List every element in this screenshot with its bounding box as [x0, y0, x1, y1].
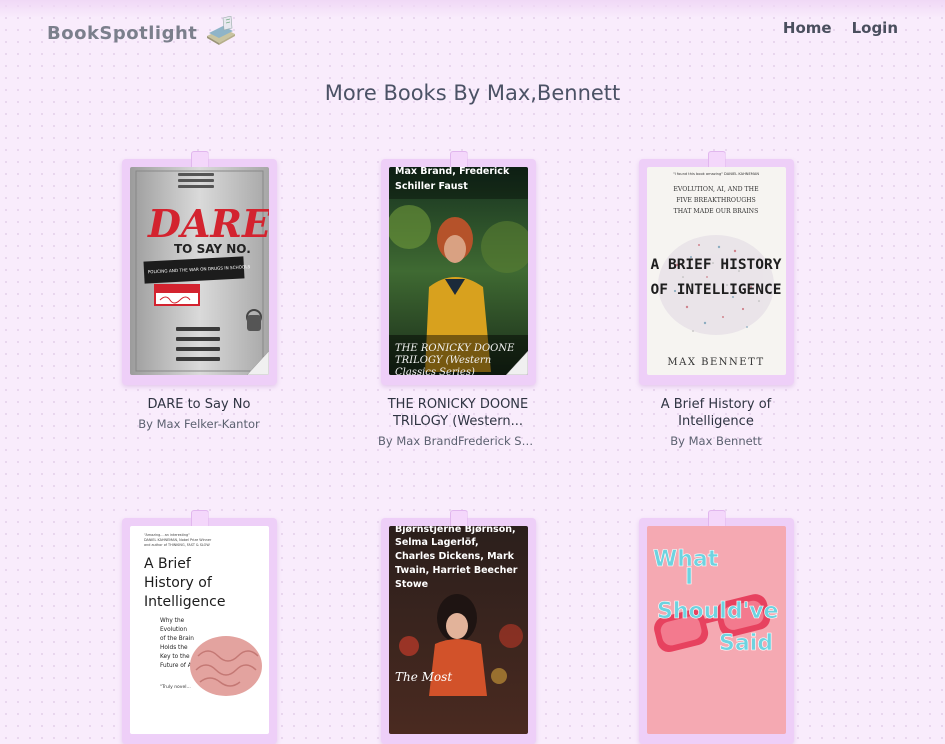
book-stack-icon [205, 15, 237, 50]
cover-author: MAX BENNETT [667, 357, 764, 368]
book-card[interactable]: Bjørnstjerne Bjørnson, Selma Lagerlöf, Cha… [378, 510, 538, 744]
book-title[interactable]: THE RONICKY DOONE TRILOGY (Western... [378, 396, 538, 430]
nav-home-link[interactable]: Home [783, 19, 832, 37]
cover-bottom-text: The Most [395, 670, 452, 684]
book-cover[interactable]: DARE TO SAY NO. POLICING AND THE WAR ON … [129, 167, 269, 375]
book-cover[interactable]: What I Should've Said [646, 526, 786, 734]
book-card[interactable]: Max Brand, Frederick Schiller Faust THE R… [378, 151, 538, 448]
book-author: By Max Felker-Kantor [138, 417, 260, 431]
book-frame[interactable]: What I Should've Said [638, 510, 794, 744]
brand[interactable]: BookSpotlight [47, 15, 237, 50]
book-title[interactable]: A Brief History of Intelligence [636, 396, 796, 430]
book-frame[interactable]: Bjørnstjerne Bjørnson, Selma Lagerlöf, Cha… [380, 510, 536, 744]
book-card[interactable]: "Amazing... an interesting" DANIEL KAHNEM… [119, 510, 279, 744]
top-nav: Home Login [783, 19, 898, 37]
book-card[interactable]: What I Should've Said [636, 510, 796, 744]
page-title: More Books By Max,Bennett [324, 81, 621, 105]
cover-headline: DARE [147, 201, 269, 246]
nav-login-link[interactable]: Login [852, 19, 898, 37]
cover-blurb: "I found this book amazing" DANIEL KAHNE… [672, 172, 758, 176]
book-frame[interactable]: "Amazing... an interesting" DANIEL KAHNEM… [121, 510, 277, 744]
book-frame[interactable]: Max Brand, Frederick Schiller Faust THE R… [380, 151, 536, 385]
book-cover[interactable]: "I found this book amazing" DANIEL KAHNE… [646, 167, 786, 375]
cover-quote: "Truly novel... [160, 684, 191, 690]
cover-subtitle: EVOLUTION, AI, AND THE FIVE BREAKTHROUGHS… [673, 186, 759, 215]
brand-name: BookSpotlight [47, 22, 198, 44]
book-author: By Max Bennett [670, 434, 762, 448]
book-frame[interactable]: "I found this book amazing" DANIEL KAHNE… [638, 151, 794, 385]
book-card[interactable]: "I found this book amazing" DANIEL KAHNE… [636, 151, 796, 448]
book-card[interactable]: DARE TO SAY NO. POLICING AND THE WAR ON … [119, 151, 279, 431]
book-cover[interactable]: Bjørnstjerne Bjørnson, Selma Lagerlöf, Cha… [388, 526, 528, 734]
book-cover[interactable]: Max Brand, Frederick Schiller Faust THE R… [388, 167, 528, 375]
book-frame[interactable]: DARE TO SAY NO. POLICING AND THE WAR ON … [121, 151, 277, 385]
book-cover[interactable]: "Amazing... an interesting" DANIEL KAHNEM… [129, 526, 269, 734]
cover-subhead: TO SAY NO. [174, 242, 251, 256]
book-title[interactable]: DARE to Say No [119, 396, 279, 413]
book-author: By Max BrandFrederick Schille... [378, 434, 538, 448]
